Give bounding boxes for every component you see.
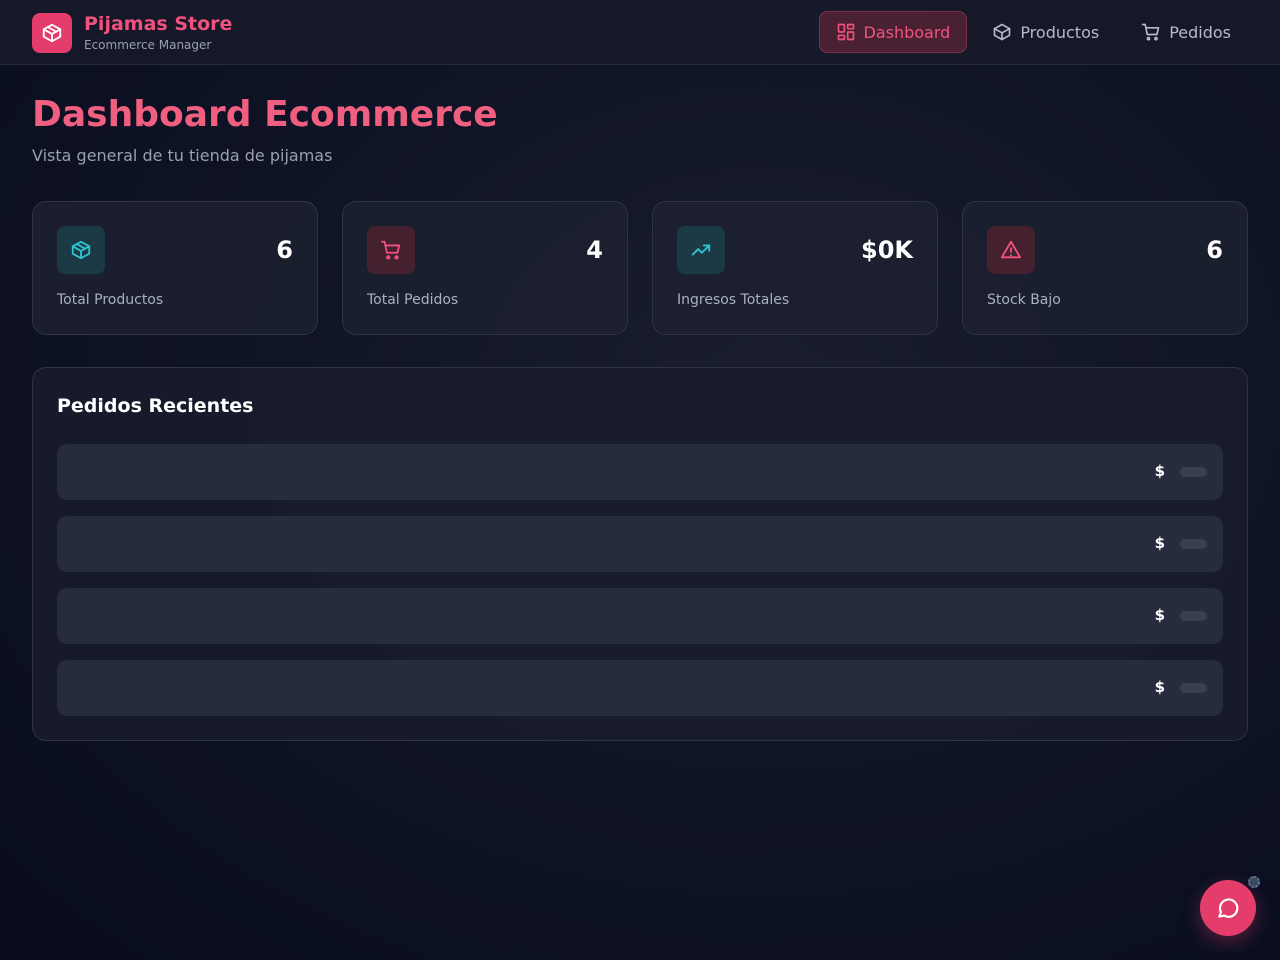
brand-logo: [32, 12, 72, 53]
stats-row: 6 Total Productos 4 Total Pedidos $0K In…: [32, 201, 1248, 335]
nav-dashboard[interactable]: Dashboard: [818, 11, 968, 53]
nav-pedidos[interactable]: Pedidos: [1124, 11, 1248, 53]
stat-icon-box: [57, 226, 105, 274]
package-icon: [993, 23, 1011, 41]
cart-icon: [1142, 23, 1160, 41]
recent-orders-panel: Pedidos Recientes $ $ $ $: [32, 367, 1248, 741]
order-status-badge: [1180, 611, 1207, 621]
nav-pedidos-label: Pedidos: [1169, 22, 1231, 42]
order-amount: $: [1154, 678, 1165, 696]
stat-value: 6: [276, 236, 293, 264]
order-status-badge: [1180, 467, 1207, 477]
order-row[interactable]: $: [57, 444, 1223, 500]
page-subtitle: Vista general de tu tienda de pijamas: [32, 146, 333, 165]
stat-label: Ingresos Totales: [677, 292, 790, 308]
stat-card-stock-bajo: 6 Stock Bajo: [962, 201, 1248, 335]
stat-value: 4: [586, 236, 603, 264]
top-navbar: Pijamas Store Ecommerce Manager Dashboar…: [0, 0, 1280, 65]
trending-up-icon: [691, 244, 711, 256]
order-amount: $: [1154, 534, 1165, 552]
alert-triangle-icon: [1000, 240, 1022, 259]
package-icon: [71, 240, 91, 260]
brand-title: Pijamas Store: [84, 13, 233, 35]
package-icon: [42, 23, 62, 42]
nav-productos-label: Productos: [1020, 22, 1100, 42]
order-amount: $: [1154, 462, 1165, 480]
cart-icon: [380, 240, 401, 260]
chat-button[interactable]: [1200, 880, 1256, 936]
stat-value: 6: [1206, 236, 1223, 264]
stat-icon-box: [677, 226, 725, 274]
stat-label: Total Productos: [57, 292, 164, 308]
stat-icon-box: [367, 226, 415, 274]
order-row[interactable]: $: [57, 516, 1223, 572]
main-nav: Dashboard Productos Pedidos: [818, 11, 1249, 53]
nav-productos[interactable]: Productos: [975, 11, 1116, 53]
stat-label: Stock Bajo: [987, 292, 1061, 308]
order-status-badge: [1180, 539, 1207, 549]
stat-card-ingresos: $0K Ingresos Totales: [652, 201, 938, 335]
stat-label: Total Pedidos: [367, 292, 459, 308]
chat-bubble-icon: [1218, 898, 1239, 918]
brand[interactable]: Pijamas Store Ecommerce Manager: [32, 12, 232, 53]
page-title: Dashboard Ecommerce: [32, 94, 498, 135]
stat-card-productos: 6 Total Productos: [32, 201, 318, 335]
order-row[interactable]: $: [57, 588, 1223, 644]
stat-icon-box: [987, 226, 1035, 274]
nav-dashboard-label: Dashboard: [863, 22, 951, 42]
dashboard-grid-icon: [837, 23, 854, 41]
brand-subtitle: Ecommerce Manager: [84, 38, 212, 52]
chat-status-dot: [1248, 876, 1260, 888]
order-row[interactable]: $: [57, 660, 1223, 716]
stat-card-pedidos: 4 Total Pedidos: [342, 201, 628, 335]
stat-value: $0K: [861, 236, 913, 264]
order-amount: $: [1154, 606, 1165, 624]
recent-orders-title: Pedidos Recientes: [57, 395, 254, 417]
order-status-badge: [1180, 683, 1207, 693]
